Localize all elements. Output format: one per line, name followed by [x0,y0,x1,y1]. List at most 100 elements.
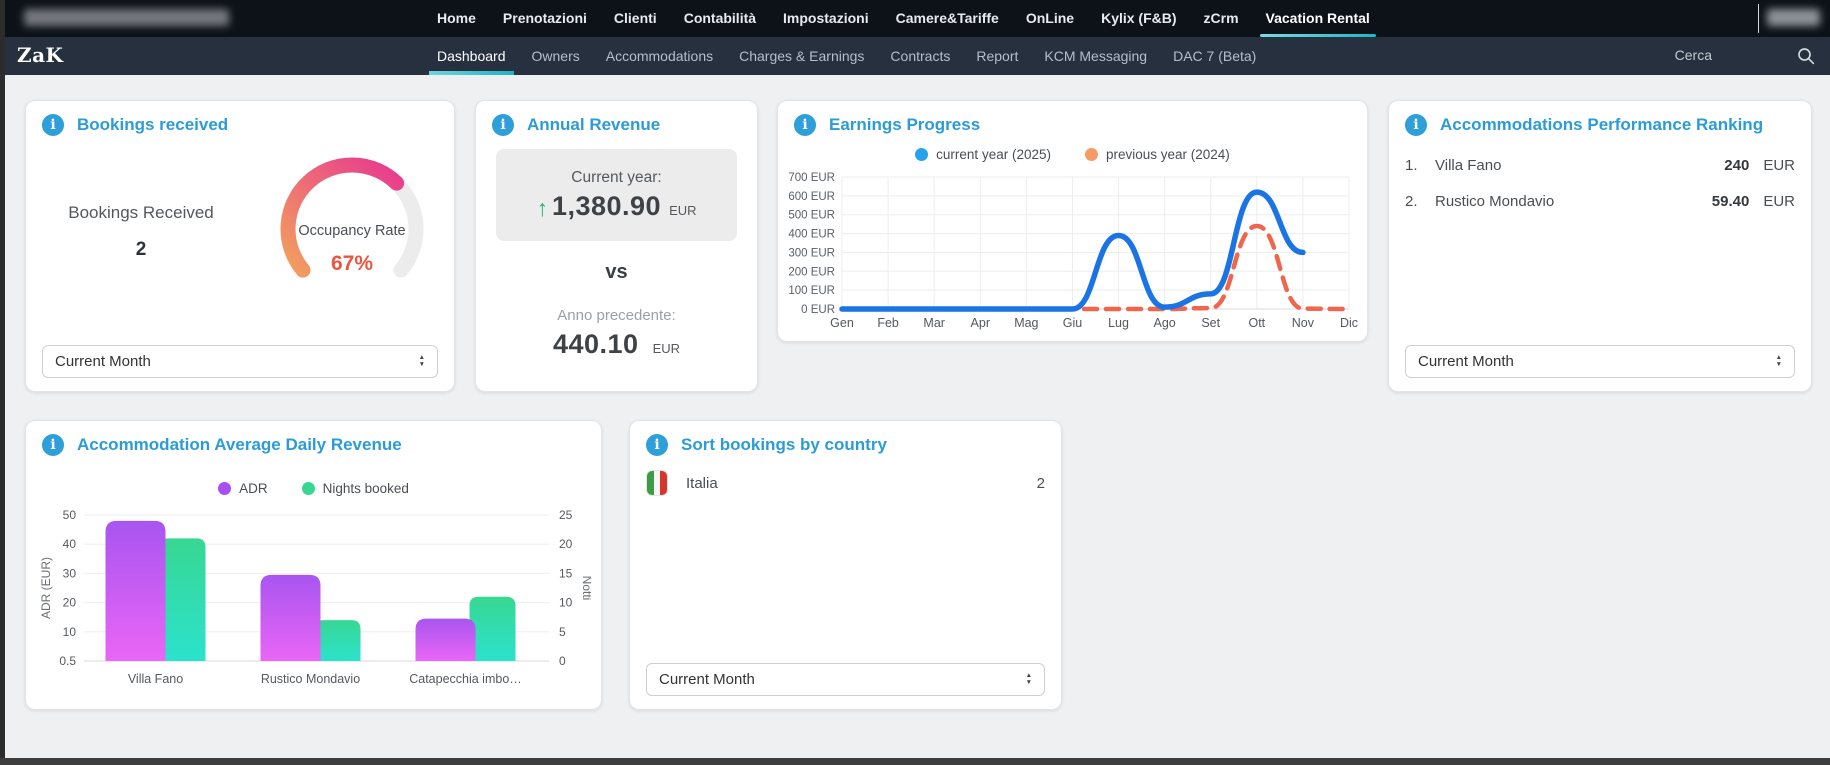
italy-flag-icon [646,470,668,496]
legend-item[interactable]: previous year (2024) [1085,147,1230,162]
subnav-tab-dashboard[interactable]: Dashboard [437,37,506,75]
topnav-item-impostazioni[interactable]: Impostazioni [783,0,869,37]
legend-item[interactable]: ADR [218,481,268,496]
bookings-period-select[interactable]: Current Month ▲▼ [42,345,438,378]
topnav-item-clienti[interactable]: Clienti [614,0,657,37]
svg-text:Mar: Mar [923,316,945,330]
svg-text:Dic: Dic [1340,316,1358,330]
svg-text:Villa Fano: Villa Fano [128,672,183,686]
card-title: Earnings Progress [829,115,980,135]
legend-item[interactable]: current year (2025) [915,147,1051,162]
topnav-item-zcrm[interactable]: zCrm [1204,0,1239,37]
subnav-tab-charges-earnings[interactable]: Charges & Earnings [739,37,864,75]
subnav-tab-owners[interactable]: Owners [532,37,580,75]
current-year-currency: EUR [669,203,696,218]
vs-label: vs [476,261,757,284]
svg-text:40: 40 [63,537,77,551]
select-arrows-icon: ▲▼ [1026,673,1032,687]
bookings-by-country-card: i Sort bookings by country Italia2 Curre… [629,420,1062,710]
legend-dot-icon [915,148,928,161]
topnav-item-prenotazioni[interactable]: Prenotazioni [503,0,587,37]
topnav-item-contabilit-[interactable]: Contabilità [684,0,756,37]
svg-text:0.5: 0.5 [59,654,76,668]
search-icon[interactable] [1796,46,1816,66]
previous-year-currency: EUR [653,341,680,356]
select-arrows-icon: ▲▼ [1776,355,1782,369]
topnav-item-camere-tariffe[interactable]: Camere&Tariffe [896,0,999,37]
svg-text:25: 25 [559,508,573,522]
card-title: Annual Revenue [527,115,660,135]
topnav-item-online[interactable]: OnLine [1026,0,1074,37]
adr-card: i Accommodation Average Daily Revenue AD… [25,420,602,710]
bottom-frame-strip [0,758,1830,765]
current-year-label: Current year: [571,169,661,187]
svg-text:ADR (EUR): ADR (EUR) [39,557,53,619]
country-row: Italia2 [646,467,1045,499]
svg-text:30: 30 [63,566,77,580]
info-icon[interactable]: i [646,434,668,456]
zak-logo: ZaK [17,43,63,67]
svg-text:Rustico Mondavio: Rustico Mondavio [261,672,360,686]
adr-legend: ADR Nights booked [26,481,601,496]
vacation-rental-subnav: ZaK Dashboard Owners Accommodations Charges… [0,37,1830,75]
info-icon[interactable]: i [1405,114,1427,136]
svg-text:50: 50 [63,508,77,522]
svg-text:700 EUR: 700 EUR [788,172,835,184]
svg-text:Occupancy Rate: Occupancy Rate [298,223,405,239]
subnav-items: Dashboard Owners Accommodations Charges & E… [437,37,1256,75]
svg-text:10: 10 [559,596,573,610]
performance-ranking-card: i Accommodations Performance Ranking 1.V… [1388,100,1812,392]
info-icon[interactable]: i [492,114,514,136]
occupancy-gauge: Occupancy Rate 67% [262,145,442,305]
subnav-tab-report[interactable]: Report [976,37,1018,75]
subnav-tab-kcm-messaging[interactable]: KCM Messaging [1044,37,1147,75]
earnings-line-chart: 700 EUR600 EUR500 EUR400 EUR300 EUR200 E… [786,171,1361,340]
current-year-value: 1,380.90 [552,191,661,222]
ranking-period-select[interactable]: Current Month ▲▼ [1405,345,1795,378]
country-rows: Italia2 [646,467,1045,499]
svg-text:Notti: Notti [580,576,591,601]
redacted-user-badge [1767,9,1820,26]
earnings-progress-card: i Earnings Progress current year (2025) p… [777,100,1368,342]
subnav-tab-contracts[interactable]: Contracts [890,37,950,75]
svg-text:20: 20 [559,537,573,551]
card-title: Sort bookings by country [681,435,887,455]
svg-text:Mag: Mag [1014,316,1038,330]
subnav-tab-accommodations[interactable]: Accommodations [606,37,713,75]
svg-text:15: 15 [559,566,573,580]
svg-text:400 EUR: 400 EUR [788,229,835,241]
topnav-divider [1758,4,1759,33]
country-period-value: Current Month [659,671,1026,688]
top-navbar: Home Prenotazioni Clienti Contabilità Impost… [0,0,1830,37]
bookings-received-card: i Bookings received Bookings Received 2 … [25,100,455,392]
card-title: Accommodation Average Daily Revenue [77,435,402,455]
info-icon[interactable]: i [794,114,816,136]
info-icon[interactable]: i [42,114,64,136]
subnav-tab-dac-7-beta-[interactable]: DAC 7 (Beta) [1173,37,1256,75]
svg-text:200 EUR: 200 EUR [788,266,835,278]
topnav-item-vacation-rental[interactable]: Vacation Rental [1266,0,1370,37]
annual-revenue-card: i Annual Revenue Current year: ↑ 1,380.9… [475,100,758,392]
ranking-row: 1.Villa Fano240EUR [1405,147,1795,183]
svg-text:Feb: Feb [877,316,899,330]
left-frame-strip [0,0,5,765]
svg-text:10: 10 [63,625,77,639]
svg-text:67%: 67% [331,252,373,275]
zak-dashboard-app: Home Prenotazioni Clienti Contabilità Impost… [0,0,1830,765]
topnav-item-kylix-f-b-[interactable]: Kylix (F&B) [1101,0,1176,37]
info-icon[interactable]: i [42,434,64,456]
bookings-period-value: Current Month [55,353,419,370]
topnav-item-home[interactable]: Home [437,0,476,37]
legend-dot-icon [218,482,231,495]
svg-text:Set: Set [1201,316,1220,330]
svg-text:Giu: Giu [1063,316,1083,330]
bookings-metric-value: 2 [36,239,246,261]
redacted-property-name [24,9,229,26]
adr-bar-chart: 50254020301520101050.50ADR (EUR)NottiVil… [38,505,591,706]
previous-year-value: 440.10 [553,329,639,360]
search-label[interactable]: Cerca [1675,47,1712,63]
current-year-box: Current year: ↑ 1,380.90 EUR [496,149,737,241]
country-period-select[interactable]: Current Month ▲▼ [646,663,1045,696]
earnings-legend: current year (2025) previous year (2024) [778,147,1367,162]
legend-item[interactable]: Nights booked [302,481,409,496]
